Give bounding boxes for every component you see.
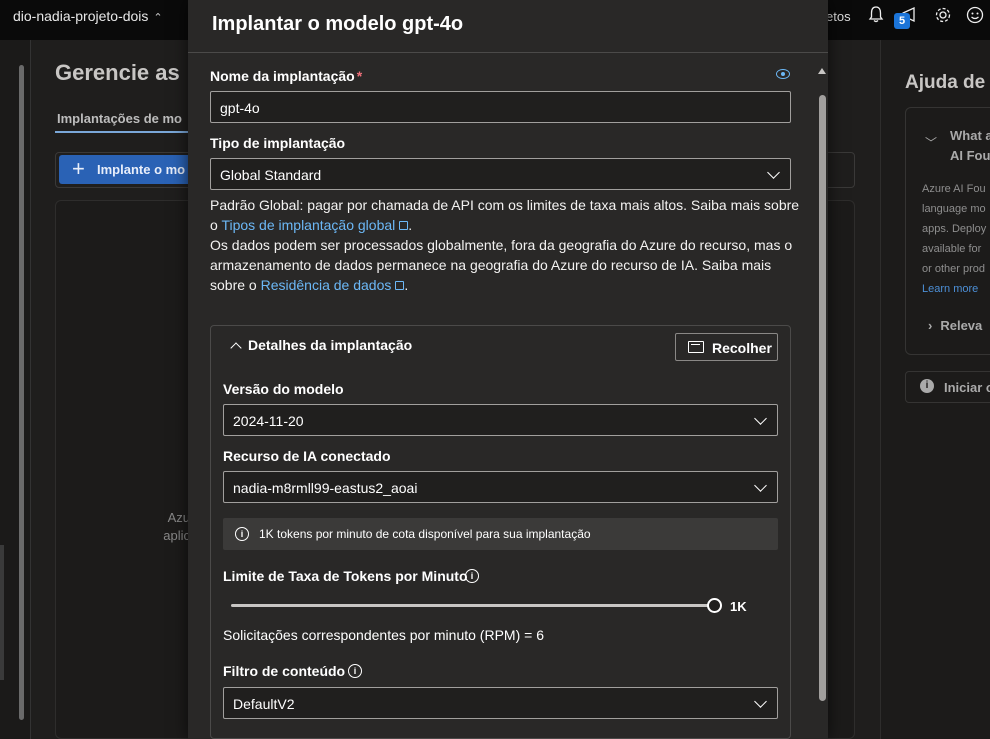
scroll-up-arrow-icon[interactable] <box>818 68 826 74</box>
notification-bell-icon[interactable] <box>868 5 884 23</box>
help-question-line-1: What a <box>950 128 990 143</box>
left-edge-panel <box>0 545 4 680</box>
chevron-updown-icon: ⌃ <box>153 12 163 24</box>
help-relevant-expander[interactable]: › Releva <box>928 318 982 333</box>
content-filter-label: Filtro de conteúdo <box>223 663 345 679</box>
feedback-smiley-icon[interactable] <box>966 6 984 24</box>
deployment-details-toggle[interactable]: Detalhes da implantação <box>229 337 413 354</box>
deployment-details-title: Detalhes da implantação <box>248 337 413 353</box>
collapse-icon <box>688 341 704 353</box>
model-version-value: 2024-11-20 <box>233 413 304 429</box>
page-title: Gerencie as <box>55 60 180 85</box>
rpm-text: Solicitações correspondentes por minuto … <box>223 627 544 643</box>
desc-p1-end: . <box>408 217 413 233</box>
help-relevant-label: Releva <box>940 318 983 333</box>
external-link-icon <box>399 221 409 230</box>
help-body-line: apps. Deploy <box>922 223 987 235</box>
ai-resource-label: Recurso de IA conectado <box>223 448 391 464</box>
collapse-button[interactable]: Recolher <box>675 333 778 361</box>
empty-state-text: Azu aplic <box>160 509 190 545</box>
help-learn-more-link[interactable]: Learn more <box>922 279 986 299</box>
content-filter-value: DefaultV2 <box>233 696 295 712</box>
help-title: Ajuda de <box>905 72 986 93</box>
chevron-up-icon <box>230 342 242 354</box>
global-deployment-types-link[interactable]: Tipos de implantação global <box>221 217 395 233</box>
plus-icon: + <box>72 156 85 181</box>
deployment-name-input[interactable]: gpt-4o <box>210 91 791 123</box>
deployment-name-label: Nome da implantação * <box>210 68 362 84</box>
dialog-scrollbar-thumb[interactable] <box>819 95 826 701</box>
collapse-button-label: Recolher <box>712 340 772 356</box>
help-body-line: available for <box>922 243 982 255</box>
info-icon: i <box>235 527 249 541</box>
deployment-type-label: Tipo de implantação <box>210 135 346 151</box>
empty-state-line-2: aplic <box>163 528 190 543</box>
rate-limit-label: Limite de Taxa de Tokens por Minuto <box>223 568 468 584</box>
deployment-type-dropdown[interactable]: Global Standard <box>210 158 791 190</box>
gear-icon[interactable] <box>934 6 952 24</box>
chevron-down-icon[interactable]: ﹀ <box>925 134 937 151</box>
topbar-partial-label: etos <box>826 9 851 24</box>
help-start-button[interactable]: i Iniciar o <box>905 371 990 403</box>
notification-count-badge: 5 <box>894 13 910 29</box>
empty-state-line-1: Azu <box>167 510 190 525</box>
desc-p2-end: . <box>404 277 409 293</box>
ai-resource-dropdown[interactable]: nadia-m8rmll99-eastus2_aoai <box>223 471 778 503</box>
project-selector[interactable]: dio-nadia-projeto-dois ⌃ <box>13 8 163 24</box>
rate-limit-slider-thumb[interactable] <box>706 598 722 613</box>
info-icon: i <box>920 379 934 393</box>
ai-resource-value: nadia-m8rmll99-eastus2_aoai <box>233 480 418 496</box>
rate-limit-info-icon[interactable]: i <box>465 569 479 583</box>
deployment-type-value: Global Standard <box>220 167 322 183</box>
help-body: Azure AI Fou language mo apps. Deploy av… <box>922 179 986 299</box>
quota-info-text: 1K tokens por minuto de cota disponível … <box>259 527 591 541</box>
deploy-model-label: Implante o mo <box>97 162 186 177</box>
tab-deployments[interactable]: Implantações de mo <box>57 111 182 126</box>
rate-limit-value: 1K <box>730 599 747 614</box>
help-question[interactable]: What a AI Fou <box>950 126 990 166</box>
content-filter-label-text: Filtro de conteúdo <box>223 663 346 679</box>
model-version-label: Versão do modelo <box>223 381 344 397</box>
dialog-header: Implantar o modelo gpt-4o <box>188 0 828 53</box>
content-filter-info-icon[interactable]: i <box>348 664 362 678</box>
left-scrollbar[interactable] <box>19 65 24 720</box>
chevron-right-icon: › <box>928 318 933 333</box>
deployment-name-label-text: Nome da implantação <box>210 68 355 84</box>
help-question-line-2: AI Fou <box>950 148 990 163</box>
dialog-title: Implantar o modelo gpt-4o <box>212 13 464 35</box>
model-version-dropdown[interactable]: 2024-11-20 <box>223 404 778 436</box>
deploy-model-button[interactable]: + Implante o mo <box>59 155 199 184</box>
deployment-type-description: Padrão Global: pagar por chamada de API … <box>210 195 800 295</box>
help-body-line: or other prod <box>922 263 985 275</box>
tab-active-indicator <box>55 131 190 133</box>
content-filter-dropdown[interactable]: DefaultV2 <box>223 687 778 719</box>
required-marker: * <box>356 68 363 84</box>
data-residency-link[interactable]: Residência de dados <box>261 277 392 293</box>
help-body-line: Azure AI Fou <box>922 183 986 195</box>
quota-info-bar: i 1K tokens por minuto de cota disponíve… <box>223 518 778 550</box>
eye-icon[interactable] <box>776 69 790 79</box>
rate-limit-label-text: Limite de Taxa de Tokens por Minuto <box>223 568 468 584</box>
external-link-icon <box>395 281 405 290</box>
project-name: dio-nadia-projeto-dois <box>13 8 149 24</box>
help-start-label: Iniciar o <box>944 380 990 395</box>
help-body-line: language mo <box>922 203 986 215</box>
rate-limit-slider-track[interactable] <box>231 604 714 607</box>
